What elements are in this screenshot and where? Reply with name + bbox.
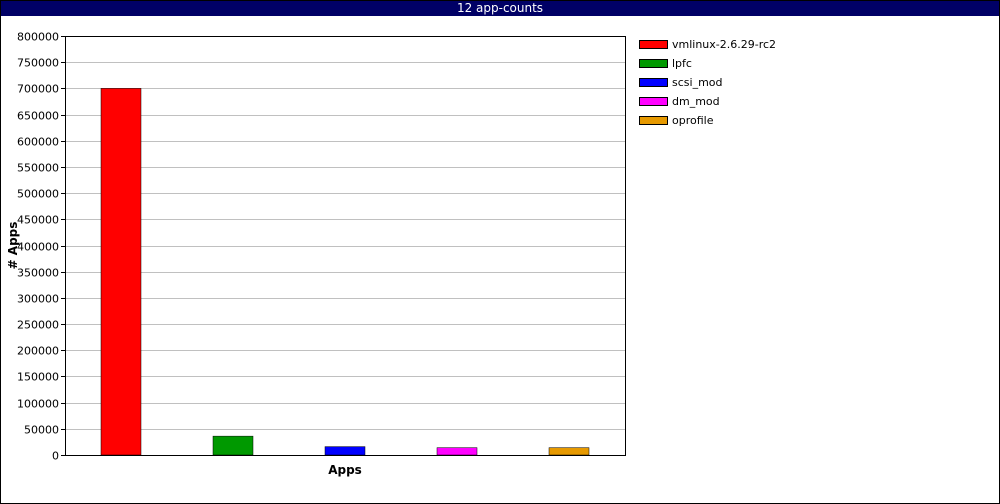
legend-swatch-scsi_mod bbox=[639, 78, 668, 87]
y-axis-title: # Apps bbox=[6, 222, 20, 270]
chart-window: 12 app-counts 0 50000 100000 150000 200000 25… bbox=[0, 0, 1000, 504]
legend-label: dm_mod bbox=[672, 95, 720, 108]
y-tick-label: 400000 bbox=[17, 241, 59, 254]
legend-label: vmlinux-2.6.29-rc2 bbox=[672, 38, 776, 51]
legend-label: scsi_mod bbox=[672, 76, 723, 89]
y-axis-ticks: 0 50000 100000 150000 200000 250000 300000 3500… bbox=[17, 31, 65, 463]
legend-swatch-vmlinux-2.6.29-rc2 bbox=[639, 40, 668, 49]
y-tick-label: 0 bbox=[52, 450, 59, 463]
legend-swatch-dm_mod bbox=[639, 97, 668, 106]
y-tick-label: 200000 bbox=[17, 345, 59, 358]
y-tick-label: 250000 bbox=[17, 319, 59, 332]
bar-oprofile bbox=[548, 447, 590, 456]
y-tick-label: 150000 bbox=[17, 371, 59, 384]
bar-lpfc bbox=[212, 435, 254, 456]
legend-swatch-lpfc bbox=[639, 59, 668, 68]
y-tick-label: 700000 bbox=[17, 83, 59, 96]
y-tick-label: 550000 bbox=[17, 162, 59, 175]
bar-scsi_mod bbox=[324, 446, 366, 456]
y-tick-label: 300000 bbox=[17, 293, 59, 306]
y-tick-label: 500000 bbox=[17, 188, 59, 201]
y-tick-label: 100000 bbox=[17, 398, 59, 411]
legend-label: lpfc bbox=[672, 57, 692, 70]
bars bbox=[100, 88, 590, 456]
legend-label: oprofile bbox=[672, 114, 714, 127]
y-tick-label: 600000 bbox=[17, 136, 59, 149]
y-tick-label: 50000 bbox=[24, 424, 59, 437]
x-axis-title: Apps bbox=[328, 463, 362, 477]
bar-chart: 0 50000 100000 150000 200000 250000 300000 3500… bbox=[6, 31, 776, 478]
bar-dm_mod bbox=[436, 447, 478, 456]
y-tick-label: 650000 bbox=[17, 110, 59, 123]
y-tick-label: 800000 bbox=[17, 31, 59, 44]
y-tick-label: 750000 bbox=[17, 57, 59, 70]
legend-swatch-oprofile bbox=[639, 116, 668, 125]
y-tick-label: 450000 bbox=[17, 214, 59, 227]
bar-vmlinux-2.6.29-rc2 bbox=[100, 88, 142, 456]
legend: vmlinux-2.6.29-rc2 lpfc scsi_mod dm_modopro… bbox=[639, 38, 776, 127]
grid-lines bbox=[65, 62, 625, 430]
y-tick-label: 350000 bbox=[17, 267, 59, 280]
